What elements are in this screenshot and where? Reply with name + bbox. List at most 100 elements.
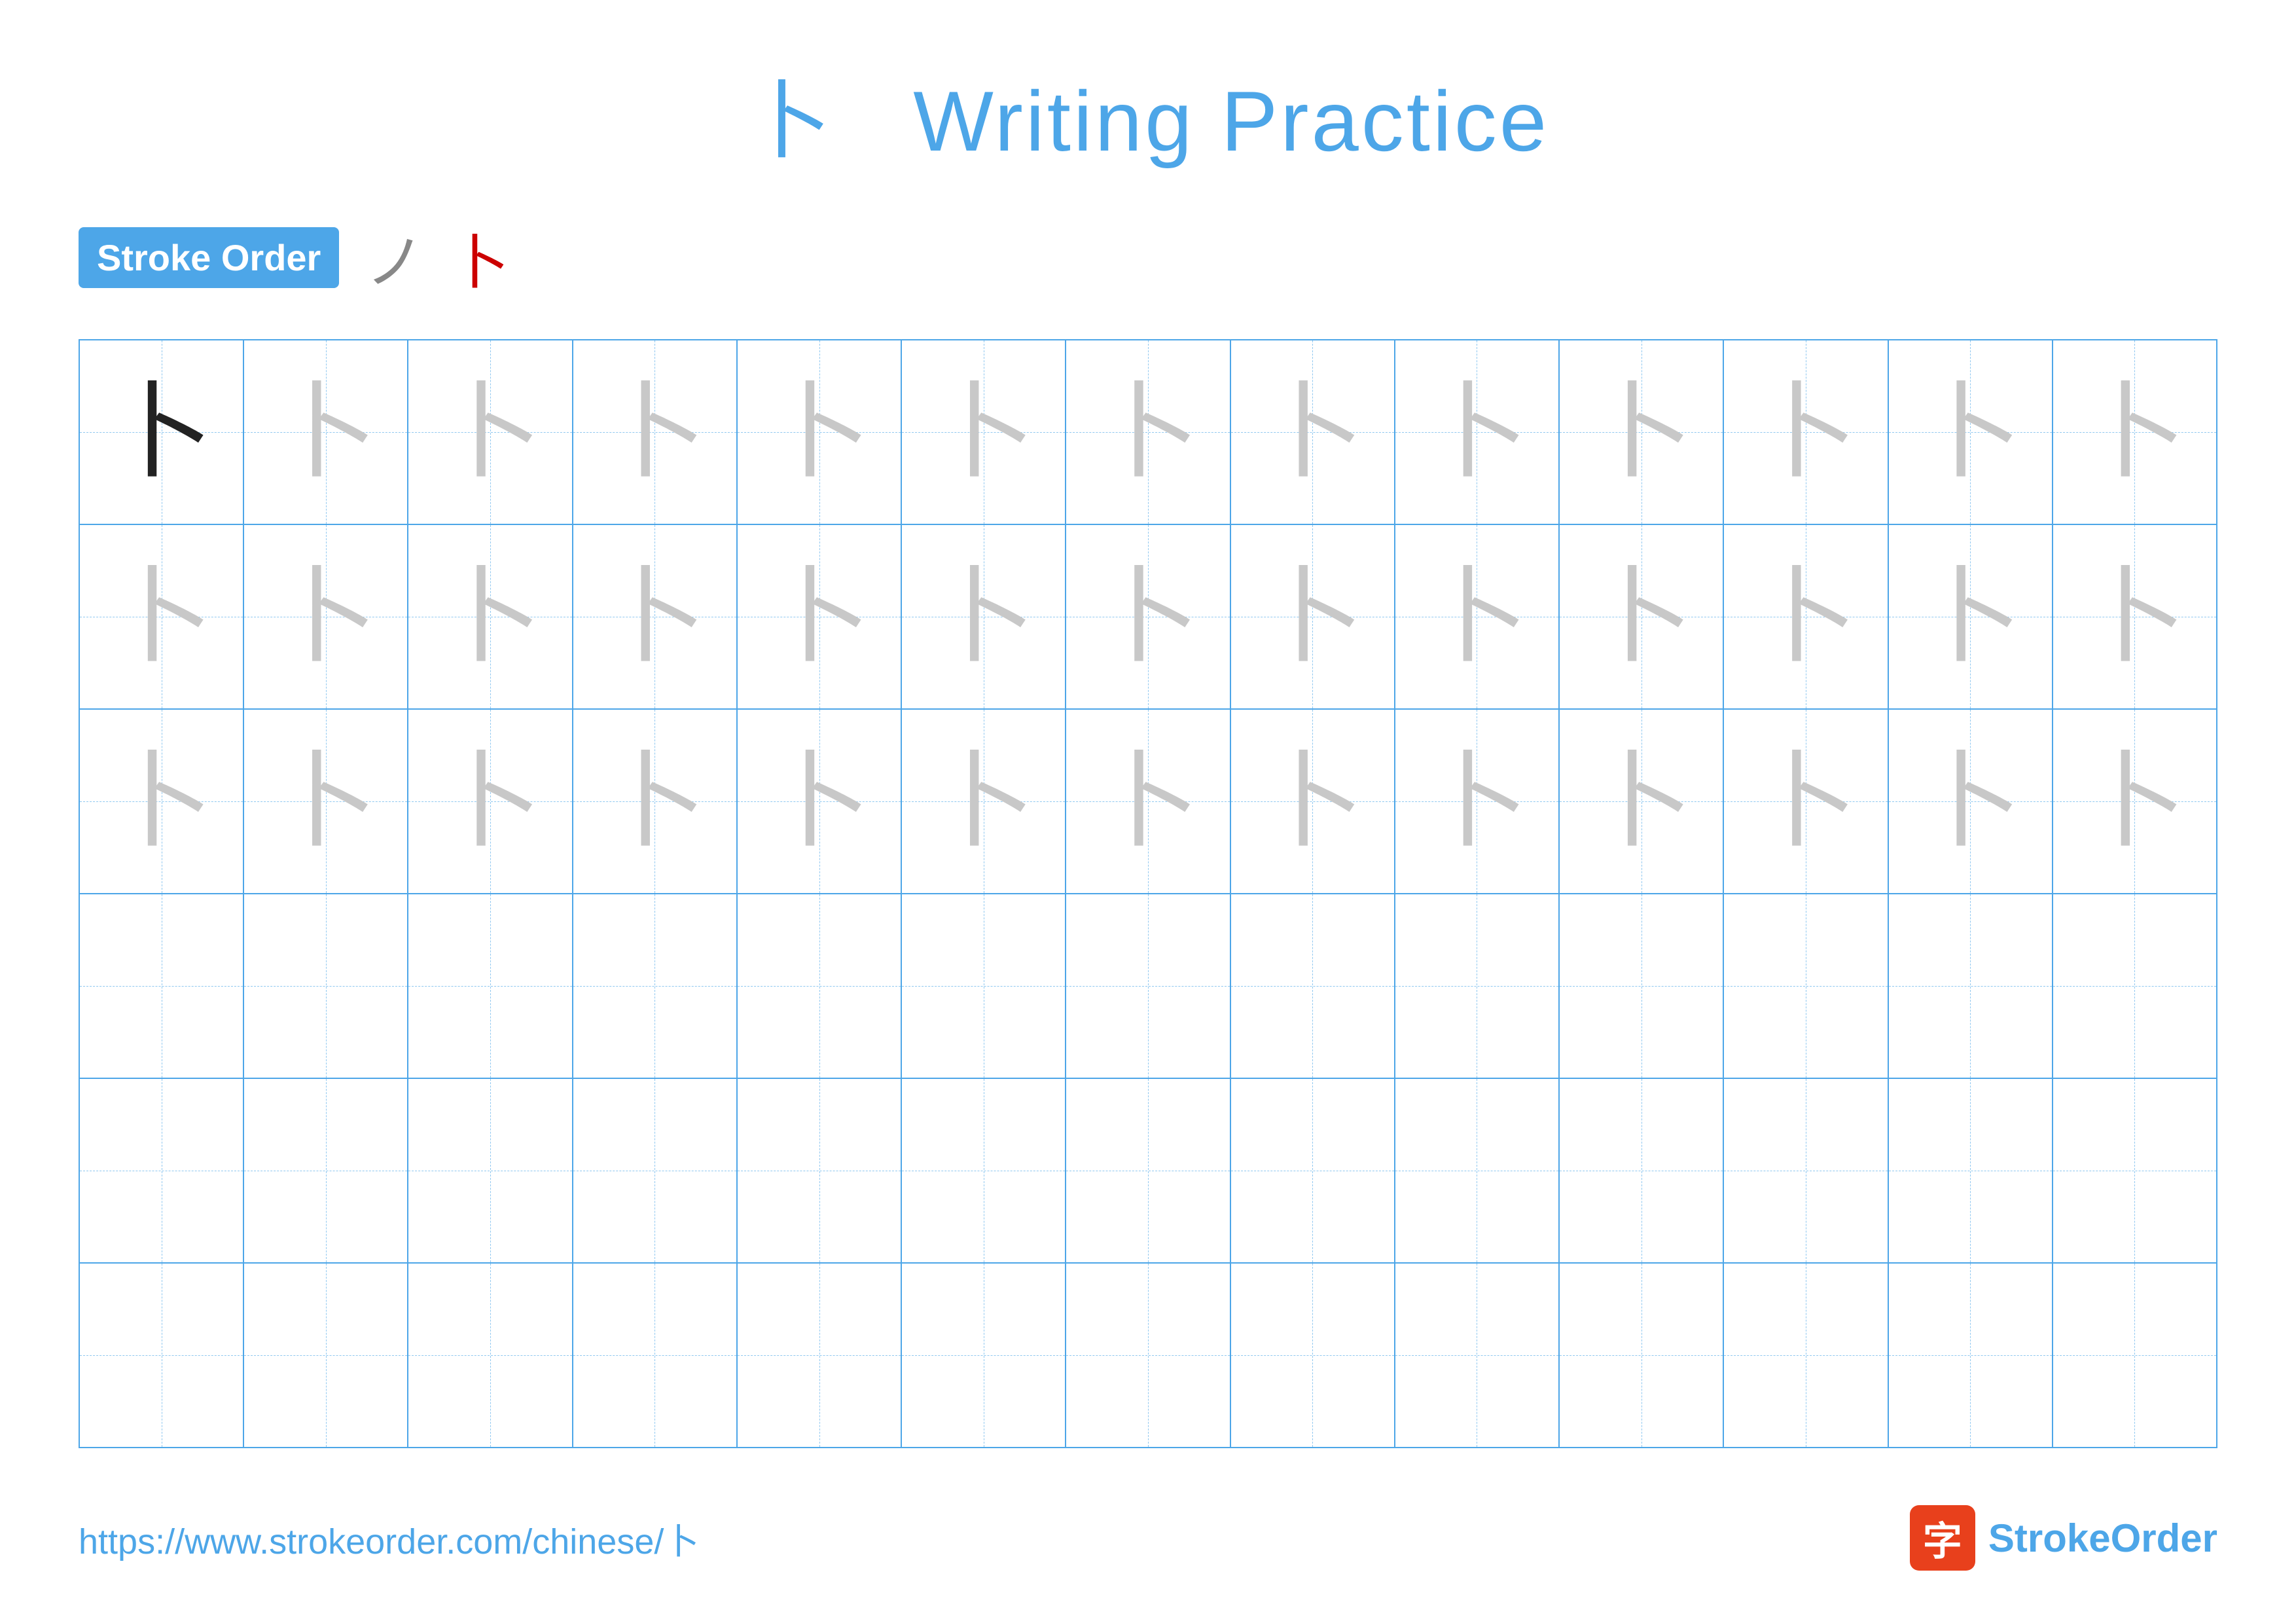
grid-cell[interactable] bbox=[408, 894, 573, 1078]
grid-cell[interactable] bbox=[1395, 1079, 1560, 1262]
grid-cell[interactable] bbox=[1560, 894, 1724, 1078]
grid-cell[interactable] bbox=[80, 894, 244, 1078]
grid-cell[interactable] bbox=[573, 894, 738, 1078]
grid-cell[interactable] bbox=[1066, 1264, 1230, 1447]
grid-cell[interactable] bbox=[1560, 1264, 1724, 1447]
practice-char: 卜 bbox=[1918, 749, 2022, 854]
grid-cell[interactable] bbox=[1724, 894, 1888, 1078]
grid-cell[interactable]: 卜 bbox=[902, 525, 1066, 708]
grid-cell[interactable] bbox=[1724, 1079, 1888, 1262]
practice-char: 卜 bbox=[109, 749, 214, 854]
grid-cell[interactable]: 卜 bbox=[408, 710, 573, 893]
grid-cell[interactable] bbox=[1395, 894, 1560, 1078]
grid-cell[interactable]: 卜 bbox=[1395, 525, 1560, 708]
grid-cell[interactable]: 卜 bbox=[2053, 340, 2216, 524]
grid-cell[interactable]: 卜 bbox=[244, 525, 408, 708]
grid-cell[interactable] bbox=[2053, 894, 2216, 1078]
grid-cell[interactable] bbox=[1889, 894, 2053, 1078]
grid-cell[interactable] bbox=[2053, 1264, 2216, 1447]
grid-cell[interactable] bbox=[80, 1079, 244, 1262]
practice-char: 卜 bbox=[602, 564, 707, 669]
grid-cell[interactable] bbox=[1066, 894, 1230, 1078]
grid-cell[interactable]: 卜 bbox=[80, 340, 244, 524]
grid-cell[interactable]: 卜 bbox=[738, 525, 902, 708]
grid-cell[interactable] bbox=[2053, 1079, 2216, 1262]
grid-cell[interactable]: 卜 bbox=[1231, 525, 1395, 708]
grid-cell[interactable]: 卜 bbox=[408, 525, 573, 708]
grid-cell[interactable]: 卜 bbox=[2053, 525, 2216, 708]
practice-char: 卜 bbox=[1589, 564, 1694, 669]
logo-icon: 字 bbox=[1910, 1505, 1975, 1571]
grid-cell[interactable]: 卜 bbox=[738, 710, 902, 893]
practice-char: 卜 bbox=[438, 380, 543, 484]
grid-cell[interactable] bbox=[80, 1264, 244, 1447]
grid-cell[interactable]: 卜 bbox=[80, 525, 244, 708]
stroke-order-section: Stroke Order ノ 卜 bbox=[79, 215, 2217, 300]
grid-cell[interactable]: 卜 bbox=[1395, 710, 1560, 893]
practice-char: 卜 bbox=[274, 380, 378, 484]
grid-cell[interactable]: 卜 bbox=[1724, 525, 1888, 708]
grid-cell[interactable] bbox=[738, 1264, 902, 1447]
grid-cell[interactable] bbox=[1560, 1079, 1724, 1262]
logo-text: StrokeOrder bbox=[1988, 1516, 2217, 1561]
grid-cell[interactable] bbox=[1889, 1079, 2053, 1262]
grid-cell[interactable] bbox=[244, 1079, 408, 1262]
grid-cell[interactable]: 卜 bbox=[244, 710, 408, 893]
grid-cell[interactable]: 卜 bbox=[573, 710, 738, 893]
grid-cell[interactable]: 卜 bbox=[902, 710, 1066, 893]
grid-cell[interactable] bbox=[244, 1264, 408, 1447]
grid-cell[interactable]: 卜 bbox=[738, 340, 902, 524]
grid-cell[interactable]: 卜 bbox=[408, 340, 573, 524]
grid-cell[interactable]: 卜 bbox=[902, 340, 1066, 524]
grid-cell[interactable]: 卜 bbox=[1395, 340, 1560, 524]
grid-cell[interactable] bbox=[738, 1079, 902, 1262]
grid-cell[interactable]: 卜 bbox=[1724, 710, 1888, 893]
grid-cell[interactable]: 卜 bbox=[1724, 340, 1888, 524]
practice-char: 卜 bbox=[1260, 380, 1365, 484]
grid-cell[interactable] bbox=[1231, 1264, 1395, 1447]
grid-cell[interactable] bbox=[1889, 1264, 2053, 1447]
grid-cell[interactable]: 卜 bbox=[1066, 525, 1230, 708]
title-char: 卜 bbox=[747, 73, 834, 169]
practice-char: 卜 bbox=[1753, 749, 1858, 854]
grid-cell[interactable] bbox=[1231, 1079, 1395, 1262]
grid-cell[interactable]: 卜 bbox=[1066, 340, 1230, 524]
grid-cell[interactable]: 卜 bbox=[1231, 340, 1395, 524]
grid-cell[interactable]: 卜 bbox=[244, 340, 408, 524]
grid-cell[interactable]: 卜 bbox=[573, 525, 738, 708]
grid-cell[interactable] bbox=[902, 1264, 1066, 1447]
grid-cell[interactable] bbox=[902, 1079, 1066, 1262]
grid-cell[interactable] bbox=[244, 894, 408, 1078]
grid-cell[interactable]: 卜 bbox=[1231, 710, 1395, 893]
grid-cell[interactable]: 卜 bbox=[573, 340, 738, 524]
grid-cell[interactable]: 卜 bbox=[2053, 710, 2216, 893]
grid-cell[interactable] bbox=[1066, 1079, 1230, 1262]
page: 卜 Writing Practice Stroke Order ノ 卜 卜卜卜卜… bbox=[0, 0, 2296, 1623]
grid-cell[interactable] bbox=[408, 1079, 573, 1262]
grid-cell[interactable] bbox=[1231, 894, 1395, 1078]
grid-cell[interactable] bbox=[902, 894, 1066, 1078]
page-title: 卜 Writing Practice bbox=[747, 73, 1549, 169]
practice-char: 卜 bbox=[931, 380, 1036, 484]
grid-cell[interactable] bbox=[573, 1264, 738, 1447]
grid-cell[interactable]: 卜 bbox=[1066, 710, 1230, 893]
practice-char: 卜 bbox=[767, 564, 872, 669]
grid-cell[interactable]: 卜 bbox=[1560, 710, 1724, 893]
grid-cell[interactable] bbox=[738, 894, 902, 1078]
grid-cell[interactable]: 卜 bbox=[1560, 340, 1724, 524]
practice-char: 卜 bbox=[1589, 749, 1694, 854]
grid-cell[interactable]: 卜 bbox=[1889, 710, 2053, 893]
practice-char: 卜 bbox=[1096, 749, 1200, 854]
grid-cell[interactable] bbox=[573, 1079, 738, 1262]
grid-cell[interactable]: 卜 bbox=[1889, 340, 2053, 524]
grid-cell[interactable]: 卜 bbox=[1889, 525, 2053, 708]
stroke-char-1: ノ bbox=[365, 215, 424, 300]
grid-cell[interactable] bbox=[1395, 1264, 1560, 1447]
practice-char: 卜 bbox=[438, 564, 543, 669]
grid-cell[interactable]: 卜 bbox=[80, 710, 244, 893]
grid-cell[interactable] bbox=[408, 1264, 573, 1447]
grid-cell[interactable]: 卜 bbox=[1560, 525, 1724, 708]
grid-cell[interactable] bbox=[1724, 1264, 1888, 1447]
practice-char: 卜 bbox=[767, 380, 872, 484]
practice-char: 卜 bbox=[767, 749, 872, 854]
